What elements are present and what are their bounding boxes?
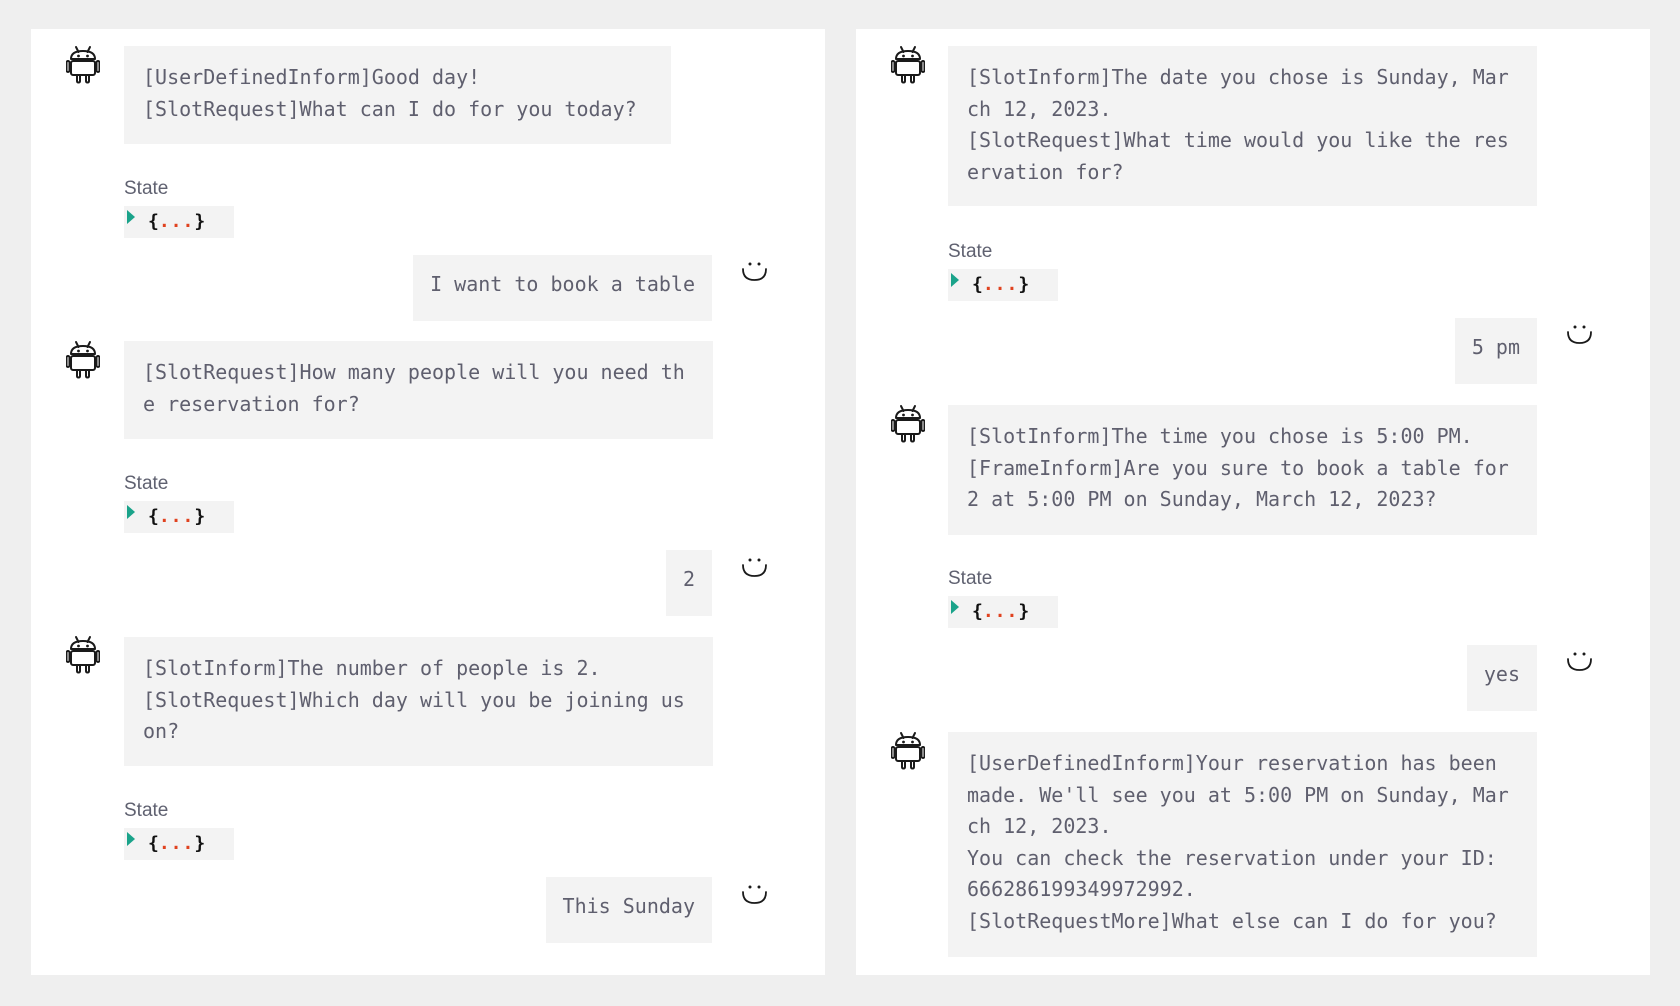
- expand-triangle-icon[interactable]: [127, 832, 135, 846]
- bot-message: [UserDefinedInform]Your reservation has …: [948, 732, 1537, 957]
- state-toggle[interactable]: {...}: [124, 501, 234, 533]
- state-label: State: [124, 178, 169, 199]
- expand-triangle-icon[interactable]: [127, 210, 135, 224]
- state-label: State: [124, 800, 169, 821]
- android-robot-icon: [891, 44, 925, 84]
- expand-triangle-icon[interactable]: [951, 273, 959, 287]
- chat-panel-right: [SlotInform]The date you chose is Sunday…: [856, 29, 1650, 975]
- smiley-face-icon: [740, 556, 770, 580]
- expand-triangle-icon[interactable]: [951, 600, 959, 614]
- state-label: State: [124, 473, 169, 494]
- android-robot-icon: [66, 339, 100, 379]
- state-label: State: [948, 241, 993, 262]
- smiley-face-icon: [1565, 650, 1595, 674]
- state-toggle[interactable]: {...}: [124, 206, 234, 238]
- state-toggle[interactable]: {...}: [124, 828, 234, 860]
- state-toggle[interactable]: {...}: [948, 269, 1058, 301]
- android-robot-icon: [66, 44, 100, 84]
- user-message: I want to book a table: [413, 255, 712, 321]
- user-message: 2: [665, 550, 712, 616]
- state-label: State: [948, 568, 993, 589]
- bot-message: [SlotInform]The number of people is 2. […: [124, 637, 713, 766]
- chat-panel-left: [UserDefinedInform]Good day! [SlotReques…: [31, 29, 825, 975]
- bot-message: [SlotInform]The date you chose is Sunday…: [948, 46, 1537, 206]
- user-message: This Sunday: [545, 877, 712, 943]
- state-toggle[interactable]: {...}: [948, 596, 1058, 628]
- bot-message: [UserDefinedInform]Good day! [SlotReques…: [124, 46, 671, 144]
- android-robot-icon: [891, 403, 925, 443]
- smiley-face-icon: [740, 260, 770, 284]
- user-message: yes: [1466, 645, 1537, 711]
- android-robot-icon: [66, 634, 100, 674]
- bot-message: [SlotInform]The time you chose is 5:00 P…: [948, 405, 1537, 535]
- android-robot-icon: [891, 730, 925, 770]
- smiley-face-icon: [1565, 323, 1595, 347]
- user-message: 5 pm: [1454, 318, 1537, 384]
- expand-triangle-icon[interactable]: [127, 505, 135, 519]
- smiley-face-icon: [740, 883, 770, 907]
- bot-message: [SlotRequest]How many people will you ne…: [124, 341, 713, 439]
